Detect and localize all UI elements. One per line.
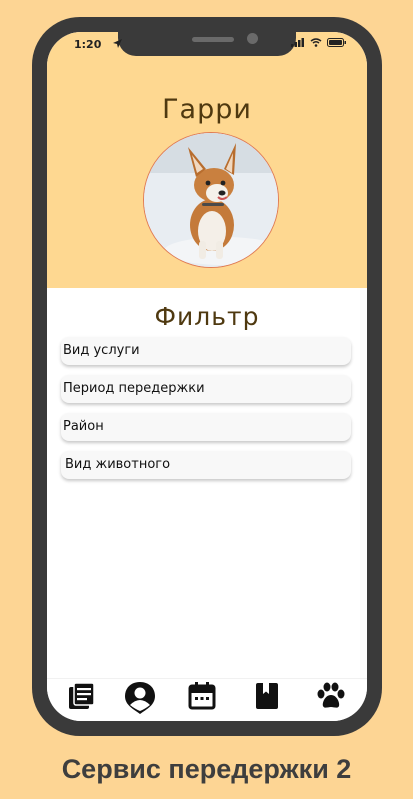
calendar-icon[interactable]	[187, 681, 217, 711]
filter-animal-type[interactable]: Вид животного	[61, 451, 351, 479]
dog-avatar[interactable]	[143, 132, 279, 268]
caption: Сервис передержки 2	[61, 754, 352, 784]
wifi-icon	[310, 38, 322, 47]
paw-icon[interactable]	[314, 681, 348, 711]
filter-district[interactable]: Район	[61, 413, 351, 441]
phone-frame: 1:20 Гарри Фильтр Вид услуги Период пере…	[32, 17, 382, 736]
filter-service-type[interactable]: Вид услуги	[61, 337, 351, 365]
profile-icon[interactable]	[124, 681, 156, 715]
profile-name: Гарри	[162, 94, 252, 125]
status-icons	[291, 38, 347, 47]
front-camera	[247, 33, 258, 44]
filter-period[interactable]: Период передержки	[61, 375, 351, 403]
location-arrow-icon	[113, 39, 122, 48]
news-list-icon[interactable]	[67, 681, 97, 711]
filter-title: Фильтр	[154, 302, 260, 331]
book-icon[interactable]	[252, 681, 282, 711]
status-time: 1:20	[74, 38, 102, 51]
dog-photo-icon	[144, 133, 278, 267]
notch	[118, 32, 296, 56]
battery-icon	[327, 38, 346, 47]
phone-screen: 1:20 Гарри Фильтр Вид услуги Период пере…	[47, 32, 367, 721]
signal-icon	[291, 38, 304, 47]
speaker	[192, 37, 234, 42]
